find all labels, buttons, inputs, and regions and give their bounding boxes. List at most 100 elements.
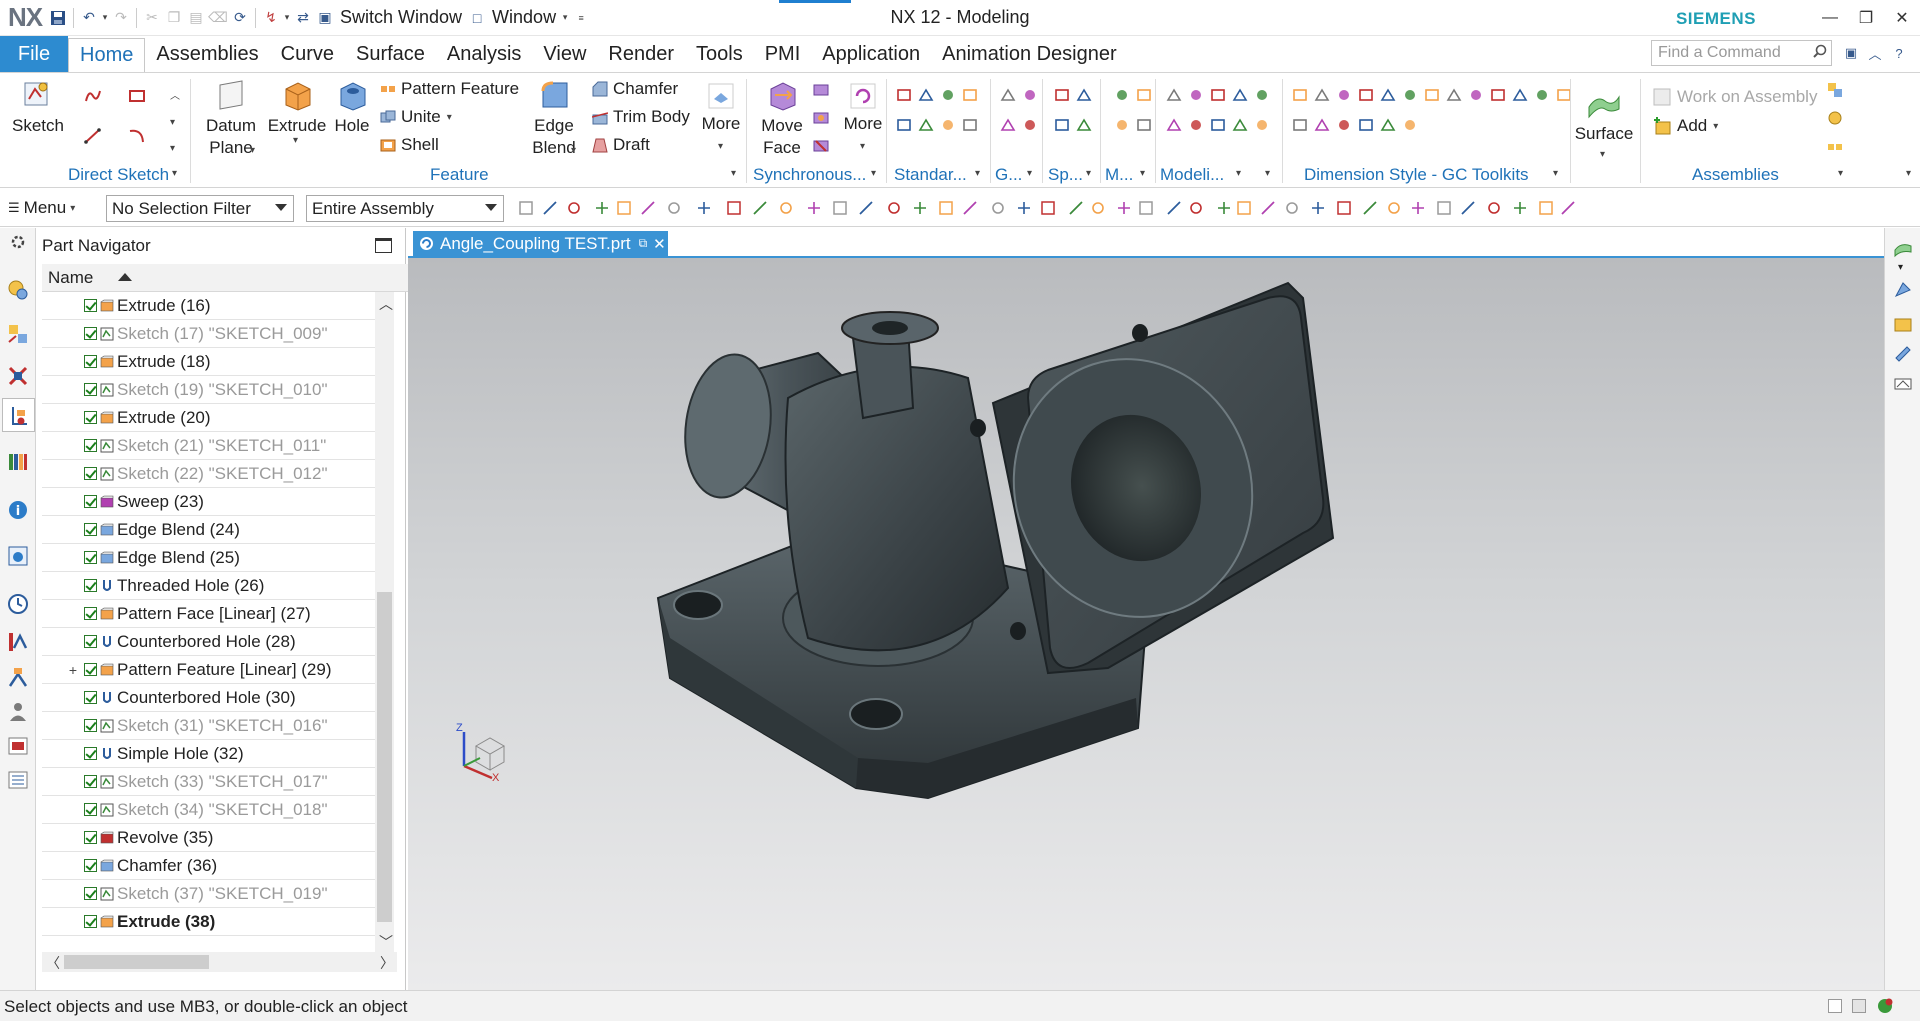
ribbon-overflow-dropdown-icon[interactable]: ▾ xyxy=(1906,168,1911,179)
add-component-button[interactable]: Add ▾ xyxy=(1652,116,1718,136)
gallery-expand-icon[interactable]: ▾ xyxy=(170,143,175,154)
hd3d-tools-icon[interactable]: i xyxy=(6,498,30,522)
visibility-checkbox[interactable] xyxy=(84,411,97,424)
tab-analysis[interactable]: Analysis xyxy=(436,36,532,72)
datum-dropdown-icon[interactable]: ▾ xyxy=(250,145,255,156)
snap-point-icon[interactable] xyxy=(1236,200,1252,216)
snap-point-icon[interactable] xyxy=(1486,200,1502,216)
toolkit-tool-icon[interactable] xyxy=(918,117,934,133)
group-assemblies-dropdown-icon[interactable]: ▾ xyxy=(1838,168,1843,179)
maximize-icon[interactable] xyxy=(375,238,392,253)
snap-point-icon[interactable] xyxy=(1166,200,1182,216)
toolkit-tool-icon[interactable] xyxy=(1314,87,1330,103)
hole-button[interactable]: Hole xyxy=(328,79,376,137)
add-dropdown-icon[interactable]: ▾ xyxy=(1713,121,1718,132)
offset-region-icon[interactable] xyxy=(812,81,830,99)
roles-icon[interactable] xyxy=(6,700,30,724)
group-dimension-style-dropdown-icon[interactable]: ▾ xyxy=(1553,168,1558,179)
visibility-checkbox[interactable] xyxy=(84,887,97,900)
snap-point-icon[interactable] xyxy=(1436,200,1452,216)
expand-icon[interactable]: + xyxy=(62,662,84,678)
undo-icon[interactable]: ↶ xyxy=(78,6,100,30)
snap-point-icon[interactable] xyxy=(542,200,558,216)
unite-dropdown-icon[interactable]: ▾ xyxy=(447,112,452,123)
pattern-feature-button[interactable]: Pattern Feature xyxy=(380,79,519,99)
toolkit-tool-icon[interactable] xyxy=(1380,87,1396,103)
visibility-checkbox[interactable] xyxy=(84,523,97,536)
scrollbar-thumb[interactable] xyxy=(377,592,392,922)
scroll-left-icon[interactable]: 〈 xyxy=(46,953,60,973)
process-studio-icon[interactable] xyxy=(6,630,30,654)
snap-point-icon[interactable] xyxy=(616,200,632,216)
switch-window-button[interactable]: Switch Window xyxy=(336,6,466,30)
scrollbar-thumb[interactable] xyxy=(64,955,209,969)
snap-point-icon[interactable] xyxy=(1116,200,1132,216)
toolkit-tool-icon[interactable] xyxy=(940,87,956,103)
navigator-row[interactable]: Sketch (21) "SKETCH_011" xyxy=(42,432,375,460)
toolkit-tool-icon[interactable] xyxy=(1402,117,1418,133)
group-modeling-dropdown-icon[interactable]: ▾ xyxy=(1236,168,1241,179)
tab-pmi[interactable]: PMI xyxy=(754,36,812,72)
toolkit-tool-icon[interactable] xyxy=(962,87,978,103)
close-icon[interactable]: ✕ xyxy=(1885,5,1919,31)
group-sp-dropdown-icon[interactable]: ▾ xyxy=(1086,168,1091,179)
visibility-checkbox[interactable] xyxy=(84,467,97,480)
snap-point-icon[interactable] xyxy=(1460,200,1476,216)
toolkit-tool-icon[interactable] xyxy=(1114,87,1130,103)
visibility-checkbox[interactable] xyxy=(84,803,97,816)
visibility-checkbox[interactable] xyxy=(84,383,97,396)
status-window-icon[interactable] xyxy=(1828,999,1842,1013)
navigator-row[interactable]: Sketch (19) "SKETCH_010" xyxy=(42,376,375,404)
move-face-button[interactable]: Move Face xyxy=(752,79,812,159)
extrude-button[interactable]: Extrude xyxy=(266,79,328,137)
trim-body-button[interactable]: Trim Body xyxy=(592,107,690,127)
view-triad[interactable]: Z X xyxy=(456,722,512,784)
surface-dropdown-icon[interactable]: ▾ xyxy=(1600,149,1605,160)
navigator-row[interactable]: Sketch (22) "SKETCH_012" xyxy=(42,460,375,488)
toolkit-tool-icon[interactable] xyxy=(1054,87,1070,103)
close-tab-icon[interactable]: ✕ xyxy=(653,235,666,253)
system-materials-icon[interactable] xyxy=(6,768,30,792)
right-dropdown-icon[interactable]: ▾ xyxy=(1898,262,1903,273)
visibility-checkbox[interactable] xyxy=(84,551,97,564)
history-icon[interactable] xyxy=(6,592,30,616)
snap-point-icon[interactable] xyxy=(778,200,794,216)
visibility-checkbox[interactable] xyxy=(84,327,97,340)
horizontal-scrollbar[interactable]: 〈 〉 xyxy=(42,952,397,972)
toolkit-tool-icon[interactable] xyxy=(1534,87,1550,103)
selection-scope-select[interactable]: Entire Assembly xyxy=(306,195,504,222)
folder-tool-icon[interactable] xyxy=(1893,314,1913,334)
tab-surface[interactable]: Surface xyxy=(345,36,436,72)
navigator-row[interactable]: Sketch (33) "SKETCH_017" xyxy=(42,768,375,796)
navigator-row[interactable]: Edge Blend (24) xyxy=(42,516,375,544)
snap-point-icon[interactable] xyxy=(666,200,682,216)
snap-point-icon[interactable] xyxy=(1138,200,1154,216)
draft-button[interactable]: Draft xyxy=(592,135,650,155)
assembly-constraint-icon[interactable] xyxy=(1826,81,1844,99)
assembly-move-icon[interactable] xyxy=(1826,109,1844,127)
line-icon[interactable] xyxy=(84,127,102,145)
surface-button[interactable]: Surface xyxy=(1572,87,1636,145)
redo-icon[interactable]: ↷ xyxy=(110,6,132,30)
toolkit-tool-icon[interactable] xyxy=(1022,87,1038,103)
menu-button[interactable]: ☰ Menu ▾ xyxy=(8,198,75,218)
delete-face-icon[interactable] xyxy=(812,137,830,155)
tab-home[interactable]: Home xyxy=(68,38,146,72)
toolkit-tool-icon[interactable] xyxy=(1254,87,1270,103)
toolkit-tool-icon[interactable] xyxy=(1292,117,1308,133)
snap-point-icon[interactable] xyxy=(726,200,742,216)
work-on-assembly-button[interactable]: Work on Assembly xyxy=(1652,87,1817,107)
copy-icon[interactable]: ❐ xyxy=(163,6,185,30)
help-icon[interactable]: ? xyxy=(1888,42,1910,64)
snap-point-icon[interactable] xyxy=(1410,200,1426,216)
scroll-down-icon[interactable]: ﹀ xyxy=(379,932,393,952)
undo-dropdown-icon[interactable]: ▾ xyxy=(100,6,110,30)
tab-assemblies[interactable]: Assemblies xyxy=(145,36,269,72)
scroll-up-icon[interactable]: ︿ xyxy=(170,87,180,102)
ribbon-options-icon[interactable]: ▣ xyxy=(1840,42,1862,64)
snap-point-icon[interactable] xyxy=(566,200,582,216)
visibility-checkbox[interactable] xyxy=(84,719,97,732)
navigator-row[interactable]: Sketch (17) "SKETCH_009" xyxy=(42,320,375,348)
snap-point-icon[interactable] xyxy=(962,200,978,216)
snap-point-icon[interactable] xyxy=(518,200,534,216)
